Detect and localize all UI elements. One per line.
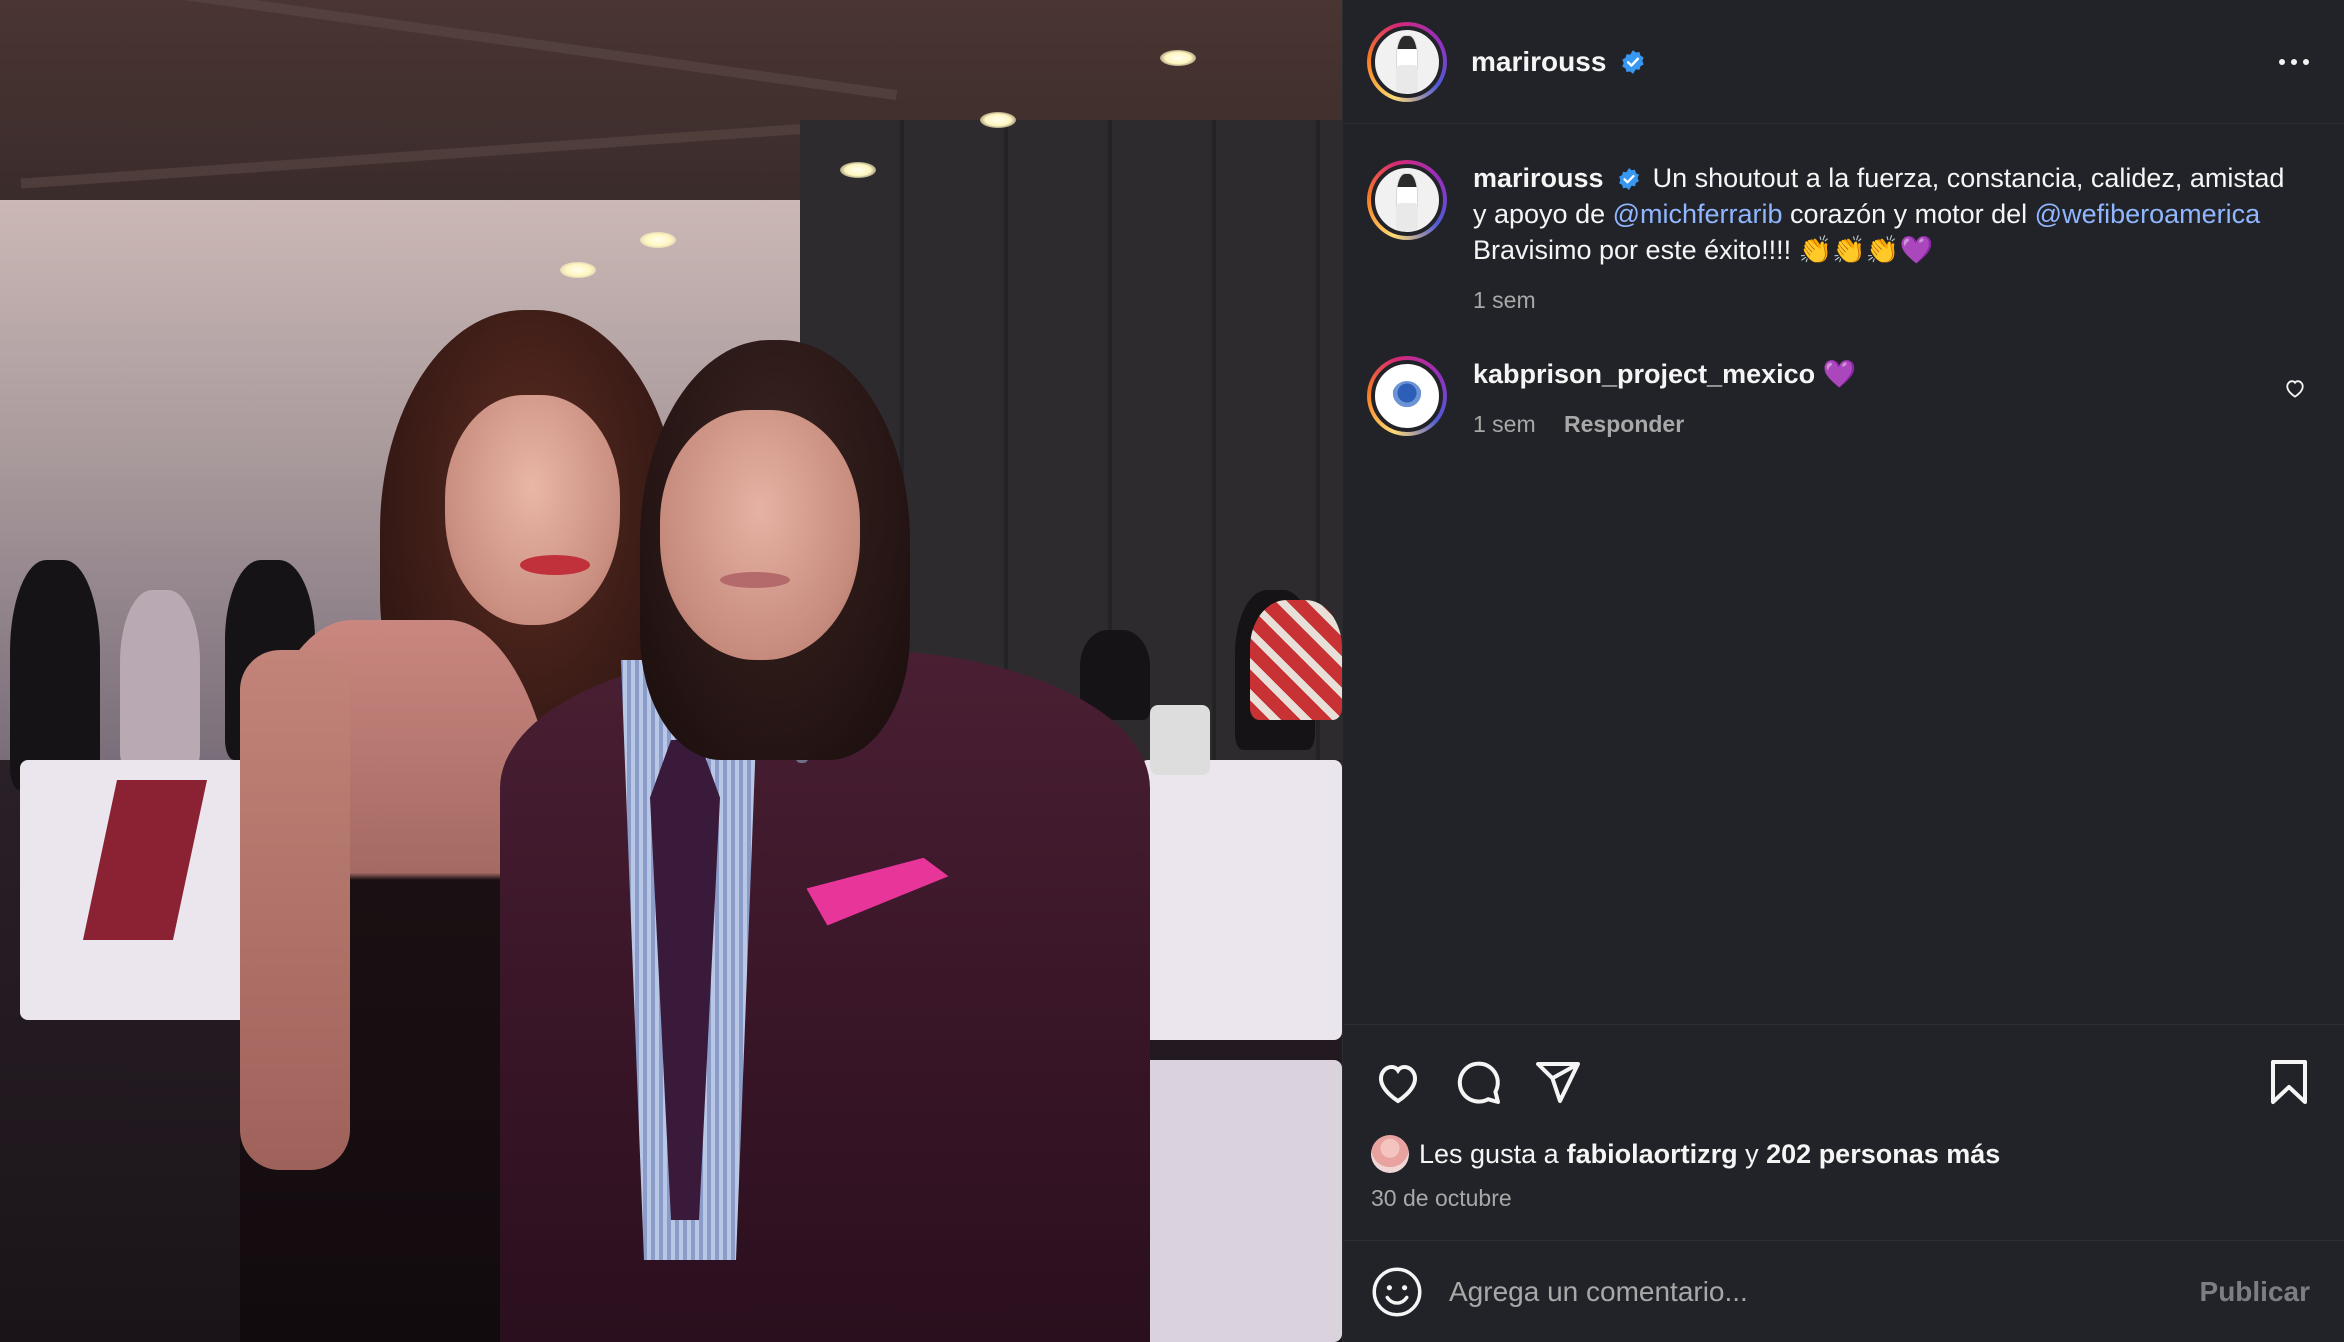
profile-photo-icon <box>1371 25 1443 98</box>
caption-time[interactable]: 1 sem <box>1473 287 1536 313</box>
post-container: marirouss marirouss Un shoutout a la fue… <box>0 0 2344 1342</box>
person-right-face <box>660 410 860 660</box>
more-horizontal-icon <box>2279 58 2309 65</box>
action-bar <box>1371 1055 2316 1109</box>
ceiling-light <box>1160 50 1196 66</box>
comment-composer: Publicar <box>1343 1240 2344 1342</box>
comment-username[interactable]: kabprison_project_mexico <box>1473 359 1815 389</box>
liker-avatar[interactable] <box>1371 1135 1409 1173</box>
commenter-avatar[interactable] <box>1367 356 1447 436</box>
event-table <box>1140 1060 1342 1342</box>
post-side-panel: marirouss marirouss Un shoutout a la fue… <box>1342 0 2344 1342</box>
comment-text: 💜 <box>1822 359 1857 389</box>
author-username-text[interactable]: marirouss <box>1471 46 1606 77</box>
caption-text: corazón y motor del <box>1782 199 2035 229</box>
ceiling-light <box>980 112 1016 128</box>
likes-summary: Les gusta a fabiolaortizrg y 202 persona… <box>1371 1135 2316 1173</box>
post-caption: marirouss Un shoutout a la fuerza, const… <box>1367 160 2320 318</box>
share-button[interactable] <box>1531 1055 1585 1109</box>
caption-body: marirouss Un shoutout a la fuerza, const… <box>1473 160 2293 318</box>
mention-link[interactable]: @wefiberoamerica <box>2035 199 2261 229</box>
post-actions: Les gusta a fabiolaortizrg y 202 persona… <box>1343 1024 2344 1240</box>
post-date[interactable]: 30 de octubre <box>1371 1185 2316 1212</box>
author-avatar[interactable] <box>1367 21 1447 102</box>
comment-time[interactable]: 1 sem <box>1473 411 1536 437</box>
caption-author-avatar[interactable] <box>1367 160 1447 240</box>
person-left-lips <box>520 555 590 575</box>
heart-outline-icon <box>1378 1064 1418 1104</box>
comment-body: kabprison_project_mexico 💜 1 sem Respond… <box>1473 356 2293 442</box>
tree-logo-icon <box>1392 381 1422 411</box>
avatar-figure <box>1396 203 1418 232</box>
bookmark-icon <box>2271 1060 2307 1104</box>
person-left-arm <box>240 650 350 1170</box>
verified-badge-icon <box>1622 49 1644 74</box>
more-options-button[interactable] <box>2272 40 2316 84</box>
background-guest <box>1250 600 1342 720</box>
comments-list: marirouss Un shoutout a la fuerza, const… <box>1343 124 2344 1024</box>
author-username[interactable]: marirouss <box>1471 46 1646 78</box>
comment-button[interactable] <box>1451 1055 1505 1109</box>
ceiling-light <box>640 232 676 248</box>
paper-plane-icon <box>1536 1062 1580 1103</box>
chair-cover <box>1150 705 1210 775</box>
like-button[interactable] <box>1371 1055 1425 1109</box>
publish-button[interactable]: Publicar <box>2200 1276 2310 1308</box>
ceiling-light <box>560 262 596 278</box>
event-table <box>1140 760 1342 1040</box>
verified-badge-icon <box>1619 168 1639 190</box>
ceiling-light <box>840 162 876 178</box>
caption-meta: 1 sem <box>1473 282 2293 318</box>
heart-outline-icon <box>2286 380 2304 398</box>
organization-logo-icon <box>1371 360 1443 432</box>
profile-photo-icon <box>1371 164 1443 236</box>
background-guest <box>10 560 100 790</box>
comment-meta: 1 sem Responder <box>1473 406 2293 442</box>
post-header: marirouss <box>1343 0 2344 124</box>
likes-prefix: Les gusta a <box>1419 1138 1559 1169</box>
save-button[interactable] <box>2262 1055 2316 1109</box>
emoji-smiley-icon[interactable] <box>1371 1266 1423 1318</box>
reply-button[interactable]: Responder <box>1564 411 1684 437</box>
person-right-lips <box>720 572 790 588</box>
comment-item: kabprison_project_mexico 💜 1 sem Respond… <box>1367 356 2320 442</box>
background-guest <box>120 590 200 770</box>
comment-bubble-icon <box>1457 1061 1500 1104</box>
liker-username[interactable]: fabiolaortizrg <box>1567 1139 1738 1170</box>
avatar-figure <box>1396 64 1418 93</box>
comment-input[interactable] <box>1449 1275 2200 1308</box>
post-photo[interactable] <box>0 0 1342 1342</box>
likes-connector: y <box>1737 1138 1767 1169</box>
person-left-face <box>445 395 620 625</box>
caption-text: Bravisimo por este éxito!!!! 👏👏👏💜 <box>1473 235 1934 265</box>
caption-username[interactable]: marirouss <box>1473 163 1604 193</box>
mention-link[interactable]: @michferrarib <box>1613 199 1783 229</box>
comment-like-button[interactable] <box>2284 378 2306 403</box>
likes-others[interactable]: 202 personas más <box>1766 1139 2000 1170</box>
